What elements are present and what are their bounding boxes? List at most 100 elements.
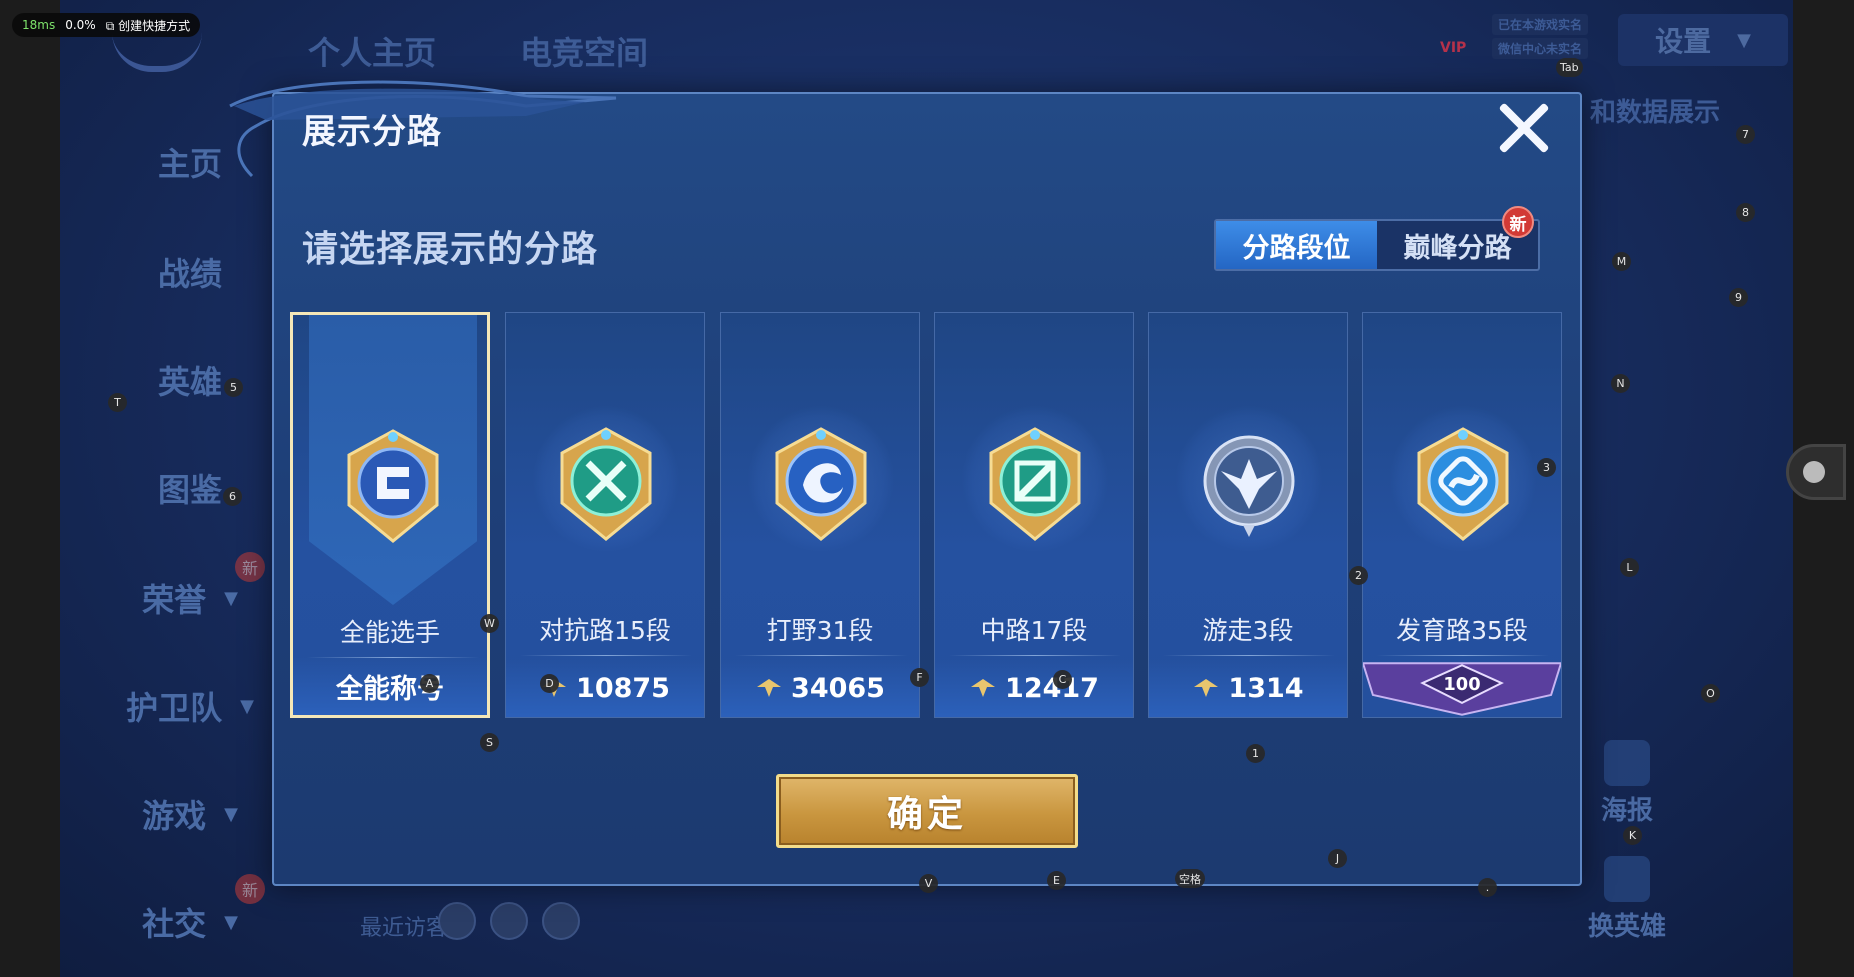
rank-score: 1314 <box>1228 672 1304 704</box>
card-footer: 12417 <box>935 659 1133 717</box>
realname-status: 已在本游戏实名 <box>1492 14 1589 35</box>
key-hint: C <box>1053 670 1072 689</box>
key-hint: F <box>910 668 929 687</box>
tab-lane-rank[interactable]: 分路段位 <box>1216 221 1377 269</box>
dialog-prompt: 请选择展示的分路 <box>302 229 599 270</box>
key-hint: V <box>919 874 938 893</box>
card-name: 发育路35段 <box>1396 616 1528 645</box>
sidebar-item-game[interactable]: 游戏 ▼ <box>100 784 280 844</box>
key-hint: 8 <box>1736 203 1755 222</box>
lane-card-jungle[interactable]: 打野31段 34065 <box>720 312 920 718</box>
sidebar-item-label: 游戏 <box>142 797 207 835</box>
rank-score: 12417 <box>1005 672 1099 704</box>
lane-card-all-round[interactable]: 全能选手 全能称号 <box>290 312 490 718</box>
key-hint: W <box>480 614 499 633</box>
avatar[interactable] <box>490 902 528 940</box>
rank-wing-icon <box>757 679 782 697</box>
perf-overlay: 18ms 0.0% ⧉ 创建快捷方式 <box>12 13 201 37</box>
sidebar-item-guard[interactable]: 护卫队 ▼ <box>100 676 280 736</box>
key-hint: 2 <box>1349 566 1368 585</box>
sidebar-item-label: 社交 <box>142 905 207 943</box>
chevron-down-icon: ▼ <box>224 587 238 609</box>
shortcut-link[interactable]: ⧉ 创建快捷方式 <box>106 17 190 34</box>
key-hint: 1 <box>1246 744 1265 763</box>
chevron-down-icon: ▼ <box>1737 29 1751 51</box>
card-name: 打野31段 <box>766 616 874 645</box>
divider <box>735 655 907 656</box>
chevron-down-icon: ▼ <box>240 695 254 717</box>
sidebar-item-label: 战绩 <box>157 255 222 293</box>
floating-assist-icon[interactable] <box>1786 444 1846 500</box>
avatar[interactable] <box>542 902 580 940</box>
lane-card-mid[interactable]: 中路17段 12417 <box>934 312 1134 718</box>
latency-text: 18ms <box>22 18 56 32</box>
card-name: 中路17段 <box>980 616 1088 645</box>
roam-emblem-icon <box>1203 435 1295 537</box>
key-hint: E <box>1047 871 1066 890</box>
sidebar-item-record[interactable]: 战绩 <box>100 242 280 302</box>
chevron-down-icon: ▼ <box>224 803 238 825</box>
key-hint: . <box>1478 878 1497 897</box>
mid-lane-emblem-icon <box>989 427 1081 541</box>
card-footer: 34065 <box>721 659 919 717</box>
key-hint: J <box>1328 849 1347 868</box>
key-hint: L <box>1620 558 1639 577</box>
jungle-emblem-icon <box>775 427 867 541</box>
poster-icon <box>1604 740 1650 786</box>
key-hint: 7 <box>1736 125 1755 144</box>
sidebar-item-label: 英雄 <box>157 363 222 401</box>
sidebar-item-label: 荣誉 <box>142 581 207 619</box>
card-footer: 10875 <box>506 659 704 717</box>
card-footer: 全能称号 <box>293 657 487 715</box>
avatar[interactable] <box>438 902 476 940</box>
rank-score: 34065 <box>791 672 885 704</box>
divider <box>520 655 692 656</box>
all-round-emblem-icon <box>347 429 439 543</box>
rank-wing-icon <box>971 679 996 697</box>
new-badge: 新 <box>235 552 265 582</box>
tab-profile[interactable]: 个人主页 <box>308 28 436 74</box>
key-hint: A <box>420 674 439 693</box>
change-hero-label: 换英雄 <box>1587 912 1666 942</box>
settings-button[interactable]: 设置 ▼ <box>1618 14 1788 66</box>
sidebar-item-label: 主页 <box>157 145 222 183</box>
key-hint: O <box>1701 684 1720 703</box>
lane-card-clash[interactable]: 对抗路15段 10875 <box>505 312 705 718</box>
new-badge: 新 <box>1502 206 1534 238</box>
close-button[interactable] <box>1496 100 1552 156</box>
sidebar-item-label: 图鉴 <box>157 471 222 509</box>
poster-button[interactable]: 海报 <box>1572 740 1682 827</box>
key-hint: M <box>1612 252 1631 271</box>
divider <box>1163 655 1335 656</box>
sidebar-item-heroes[interactable]: 英雄 <box>100 350 280 410</box>
settings-label: 设置 <box>1655 25 1712 58</box>
sidebar-item-label: 护卫队 <box>126 689 223 727</box>
key-hint: 空格 <box>1175 869 1205 888</box>
peak-badge: 100 <box>1363 662 1561 716</box>
tab-esports[interactable]: 电竞空间 <box>520 28 648 74</box>
wechat-realname-status: 微信中心未实名 <box>1492 38 1589 59</box>
key-hint: N <box>1611 374 1630 393</box>
card-name: 对抗路15段 <box>539 616 671 645</box>
key-hint: 9 <box>1729 288 1748 307</box>
key-hint: Tab <box>1556 58 1583 77</box>
card-name: 游走3段 <box>1202 616 1294 645</box>
clash-lane-emblem-icon <box>560 427 652 541</box>
confirm-button[interactable]: 确定 <box>776 774 1078 848</box>
farm-lane-emblem-icon <box>1417 427 1509 541</box>
card-footer: 1314 <box>1149 659 1347 717</box>
data-display-text: 和数据展示 <box>1590 98 1721 128</box>
key-hint: S <box>480 733 499 752</box>
hero-icon <box>1604 856 1650 902</box>
key-hint: 6 <box>223 487 242 506</box>
dialog-title: 展示分路 <box>302 112 442 152</box>
lane-card-roam[interactable]: 游走3段 1314 <box>1148 312 1348 718</box>
card-name: 全能选手 <box>339 618 440 647</box>
new-badge: 新 <box>235 874 265 904</box>
loss-text: 0.0% <box>65 18 96 32</box>
rank-score: 10875 <box>576 672 670 704</box>
poster-label: 海报 <box>1600 796 1653 826</box>
sidebar-item-codex[interactable]: 图鉴 <box>100 458 280 518</box>
change-hero-button[interactable]: 换英雄 <box>1572 856 1682 943</box>
lane-card-farm[interactable]: 发育路35段 100 <box>1362 312 1562 718</box>
